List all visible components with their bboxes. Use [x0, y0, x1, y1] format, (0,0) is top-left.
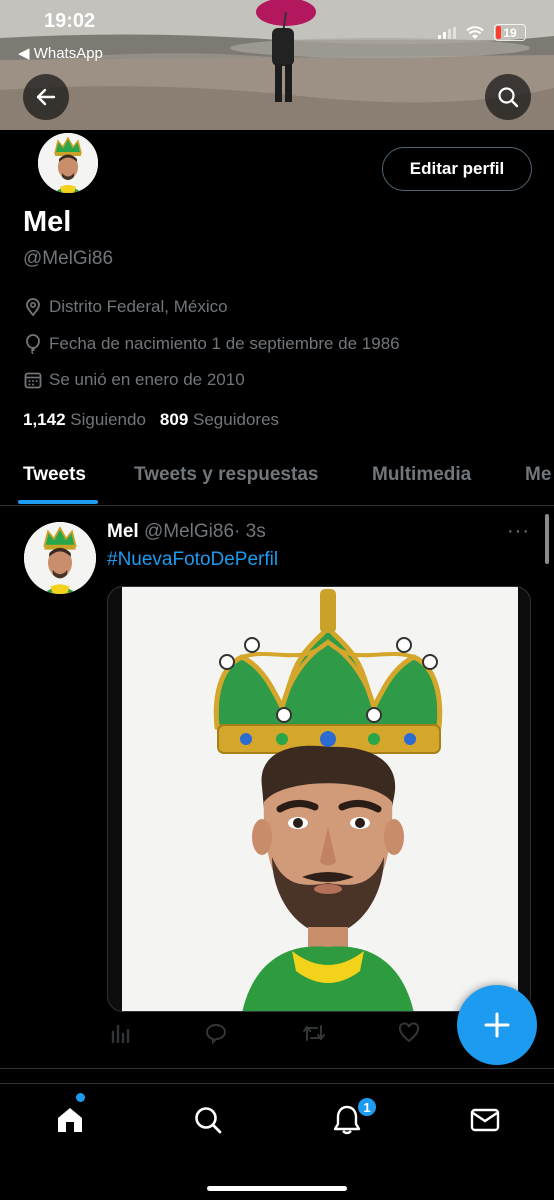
- followers-link[interactable]: 809 Seguidores: [160, 410, 279, 430]
- cellular-signal-icon: [438, 26, 456, 39]
- following-link[interactable]: 1,142 Siguiendo: [23, 410, 146, 430]
- birthdate-text: Fecha de nacimiento 1 de septiembre de 1…: [49, 334, 400, 353]
- calendar-icon: [24, 372, 42, 389]
- nav-messages[interactable]: [465, 1102, 505, 1138]
- tweet-header: Mel @MelGi86· 3s: [107, 521, 266, 543]
- analytics-icon[interactable]: [109, 1022, 131, 1049]
- tab-tweets-and-replies[interactable]: Tweets y respuestas: [134, 464, 318, 486]
- search-button[interactable]: [485, 74, 531, 120]
- profile-handle: @MelGi86: [23, 248, 114, 269]
- edit-profile-button[interactable]: Editar perfil: [382, 147, 532, 191]
- tweet-hashtag[interactable]: #NuevaFotoDePerfil: [107, 549, 278, 571]
- active-tab-indicator: [18, 500, 98, 504]
- feed-divider: [0, 1068, 554, 1082]
- retweet-icon[interactable]: [302, 1022, 326, 1049]
- tweet-author-handle[interactable]: @MelGi86: [144, 521, 234, 542]
- tweet-avatar[interactable]: [24, 522, 96, 594]
- tweet-time: · 3s: [234, 521, 266, 542]
- following-count: 1,142: [23, 410, 66, 429]
- joined-row: Se unió en enero de 2010: [23, 370, 245, 390]
- avatar-image: [38, 133, 98, 193]
- tweet-photo: [122, 587, 518, 1011]
- back-arrow-icon: [36, 88, 56, 106]
- search-icon: [195, 1107, 222, 1134]
- profile-avatar[interactable]: [36, 131, 100, 195]
- followers-label: Seguidores: [193, 410, 280, 429]
- birthday-balloon-icon: [26, 334, 40, 354]
- notifications-badge: 1: [356, 1096, 378, 1118]
- profile-tabs: Tweets Tweets y respuestas Multimedia Me: [0, 450, 554, 506]
- compose-tweet-button[interactable]: [457, 985, 537, 1065]
- bottom-navigation: 1: [0, 1083, 554, 1200]
- home-indicator: [207, 1186, 347, 1191]
- back-button[interactable]: [23, 74, 69, 120]
- location-row: Distrito Federal, México: [23, 297, 228, 317]
- status-icons: 19: [438, 24, 526, 41]
- location-pin-icon: [26, 298, 40, 317]
- tweet-author-name[interactable]: Mel: [107, 521, 139, 542]
- tweet-media[interactable]: [107, 586, 531, 1012]
- back-to-app-link[interactable]: ◀ WhatsApp: [18, 44, 103, 62]
- home-unread-dot: [76, 1093, 85, 1102]
- followers-count: 809: [159, 410, 189, 429]
- more-dots-icon[interactable]: ···: [507, 520, 530, 543]
- like-icon[interactable]: [398, 1022, 420, 1049]
- messages-envelope-icon: [470, 1108, 500, 1132]
- wifi-icon: [466, 25, 484, 39]
- tab-tweets[interactable]: Tweets: [23, 464, 86, 486]
- status-time: 19:02: [44, 10, 96, 32]
- following-label: Siguiendo: [70, 410, 146, 429]
- tab-media[interactable]: Multimedia: [372, 464, 471, 486]
- battery-level: 19: [503, 25, 517, 40]
- search-icon: [498, 87, 519, 108]
- crowned-portrait-illustration: [122, 587, 518, 1011]
- nav-home[interactable]: [50, 1102, 90, 1138]
- birthdate-row: Fecha de nacimiento 1 de septiembre de 1…: [23, 334, 400, 354]
- tweet-actions: [107, 1022, 437, 1048]
- battery-icon: 19: [494, 24, 526, 41]
- tweet-avatar-image: [24, 522, 96, 594]
- scrollbar[interactable]: [545, 514, 549, 564]
- location-text: Distrito Federal, México: [49, 297, 228, 316]
- compose-plus-icon: [484, 1012, 510, 1038]
- home-icon: [58, 1108, 82, 1132]
- nav-search[interactable]: [188, 1102, 228, 1138]
- joined-text: Se unió en enero de 2010: [49, 370, 245, 389]
- reply-icon[interactable]: [205, 1022, 227, 1049]
- tab-likes[interactable]: Me: [525, 464, 551, 486]
- follow-stats: 1,142 Siguiendo 809 Seguidores: [23, 410, 279, 430]
- profile-name: Mel: [23, 206, 72, 238]
